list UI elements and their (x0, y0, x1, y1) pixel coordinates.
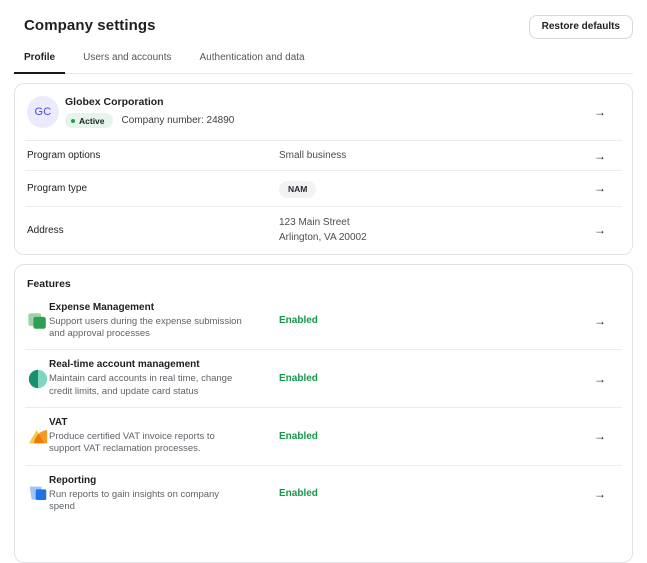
program-type-badge: NAM (279, 181, 316, 198)
features-heading: Features (15, 265, 632, 293)
tab-profile[interactable]: Profile (14, 52, 65, 74)
page-title: Company settings (24, 15, 156, 34)
feature-title: VAT (49, 417, 279, 428)
arrow-right-icon: → (594, 488, 606, 500)
feature-text: Real-time account management Maintain ca… (49, 359, 279, 398)
realtime-account-management-icon (27, 368, 49, 390)
arrow-right-icon: → (594, 150, 606, 162)
company-info: Globex Corporation Active Company number… (65, 96, 234, 128)
status-dot-icon (71, 119, 75, 123)
arrow-right-icon: → (594, 315, 606, 327)
feature-description: Run reports to gain insights on company … (49, 489, 245, 514)
page-header: Company settings Restore defaults (0, 0, 647, 39)
company-profile-card: GC Globex Corporation Active Company num… (14, 83, 633, 255)
row-label: Program options (27, 150, 279, 161)
row-program-options[interactable]: Program options Small business → (15, 141, 632, 170)
feature-title: Expense Management (49, 302, 279, 313)
tab-bar: Profile Users and accounts Authenticatio… (14, 52, 633, 74)
feature-row-realtime-account-management[interactable]: Real-time account management Maintain ca… (15, 350, 632, 407)
arrow-right-icon: → (594, 224, 606, 236)
feature-text: VAT Produce certified VAT invoice report… (49, 417, 279, 456)
feature-row-reporting[interactable]: Reporting Run reports to gain insights o… (15, 466, 632, 523)
feature-title: Reporting (49, 475, 279, 486)
company-avatar: GC (27, 96, 59, 128)
vat-icon (27, 425, 49, 447)
row-value: Small business (279, 150, 594, 161)
row-label: Program type (27, 183, 279, 194)
feature-text: Expense Management Support users during … (49, 302, 279, 341)
feature-row-vat[interactable]: VAT Produce certified VAT invoice report… (15, 408, 632, 465)
feature-status: Enabled (279, 488, 594, 499)
tab-authentication-and-data[interactable]: Authentication and data (190, 52, 315, 74)
feature-description: Support users during the expense submiss… (49, 316, 245, 341)
expense-management-icon (27, 310, 49, 332)
feature-title: Real-time account management (49, 359, 279, 370)
arrow-right-icon: → (594, 182, 606, 194)
feature-status: Enabled (279, 373, 594, 384)
company-number: Company number: 24890 (122, 115, 235, 126)
address-line-2: Arlington, VA 20002 (279, 230, 594, 246)
row-label: Address (27, 225, 279, 236)
reporting-icon (27, 483, 49, 505)
row-program-type[interactable]: Program type NAM → (15, 171, 632, 206)
status-badge: Active (65, 113, 113, 128)
features-card: Features Expense Management Support user… (14, 264, 633, 563)
tab-users-and-accounts[interactable]: Users and accounts (73, 52, 181, 74)
arrow-right-icon: → (594, 430, 606, 442)
company-summary-row[interactable]: GC Globex Corporation Active Company num… (15, 84, 632, 140)
company-name: Globex Corporation (65, 96, 234, 108)
feature-row-expense-management[interactable]: Expense Management Support users during … (15, 293, 632, 350)
feature-description: Maintain card accounts in real time, cha… (49, 373, 245, 398)
feature-text: Reporting Run reports to gain insights o… (49, 475, 279, 514)
feature-status: Enabled (279, 315, 594, 326)
status-badge-label: Active (79, 116, 105, 126)
feature-description: Produce certified VAT invoice reports to… (49, 431, 245, 456)
feature-status: Enabled (279, 431, 594, 442)
arrow-right-icon: → (594, 106, 606, 118)
restore-defaults-button[interactable]: Restore defaults (529, 15, 633, 39)
arrow-right-icon: → (594, 373, 606, 385)
row-value: 123 Main Street Arlington, VA 20002 (279, 215, 594, 246)
row-address[interactable]: Address 123 Main Street Arlington, VA 20… (15, 207, 632, 254)
address-line-1: 123 Main Street (279, 215, 594, 231)
